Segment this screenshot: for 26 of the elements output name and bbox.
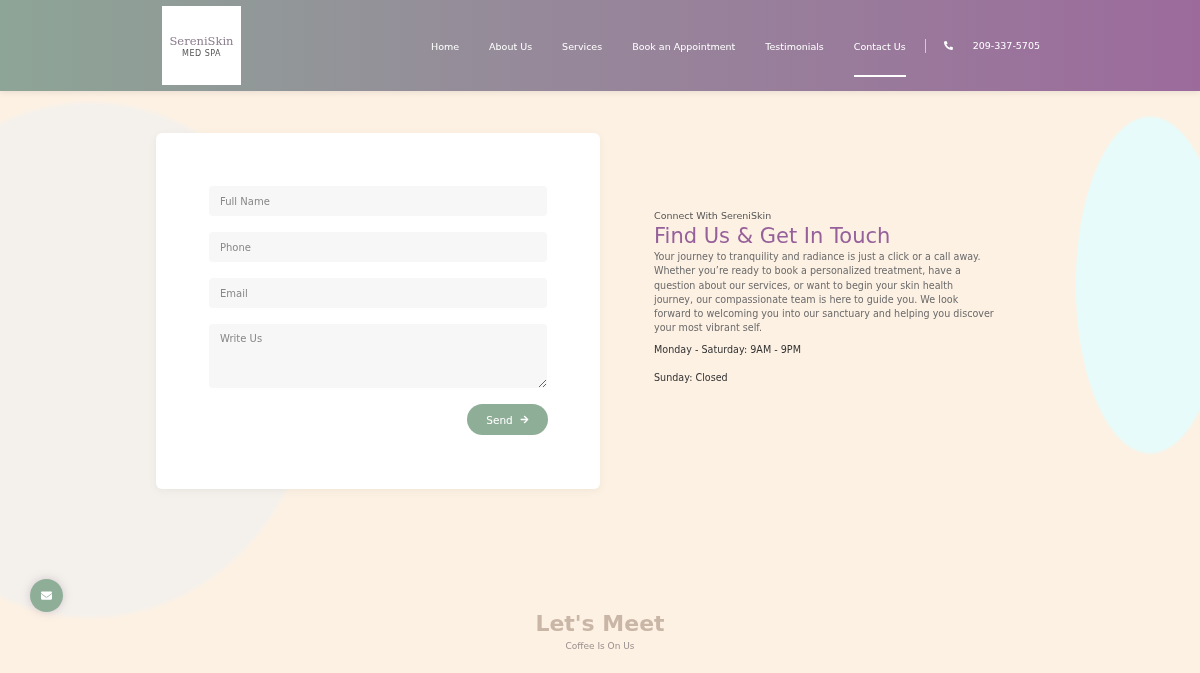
section-heading: Let's Meet [535,611,665,637]
logo-name: SereniSkin [169,33,234,48]
nav-link[interactable]: Services [562,16,603,77]
logo-tagline: MED SPA [182,48,221,58]
hours-text: Sunday: Closed [654,371,729,383]
nav-link[interactable]: Testimonials [765,16,824,77]
section-title: Find Us & Get In Touch [654,224,892,248]
section-subtitle: Coffee Is On Us [565,641,635,651]
nav-link[interactable]: Home [431,16,460,77]
mail-icon [41,590,52,601]
arrow-icon [519,415,529,424]
nav-link[interactable]: About Us [489,16,533,77]
intro-paragraph: Your journey to tranquility and radiance is just a click or a call away. Whether you’re ready to book a personalized treatment, have a question about our services, or want to begin your skin health journey, our compassionate team is here to guide you. We look forward to welcoming you into our sanctuary and helping you discover your most vibrant self. [654,250,994,336]
input-field[interactable]: Full Name [209,186,547,216]
send-button[interactable]: Send [467,404,548,435]
message-field[interactable]: Write Us [209,324,547,388]
hours-text: Monday - Saturday: 9AM - 9PM [654,343,802,355]
phone-icon [943,41,953,50]
input-field[interactable]: Email [209,278,547,308]
eyebrow-text: Connect With SereniSkin [654,210,773,221]
nav-link[interactable]: Contact Us [853,16,906,77]
input-field[interactable]: Phone [209,232,547,262]
logo[interactable]: SereniSkin MED SPA [162,6,241,85]
nav-link[interactable]: Book an Appointment [632,16,736,77]
phone-link[interactable]: 209-337-5705 [952,40,1040,51]
mail-button[interactable] [30,579,63,612]
